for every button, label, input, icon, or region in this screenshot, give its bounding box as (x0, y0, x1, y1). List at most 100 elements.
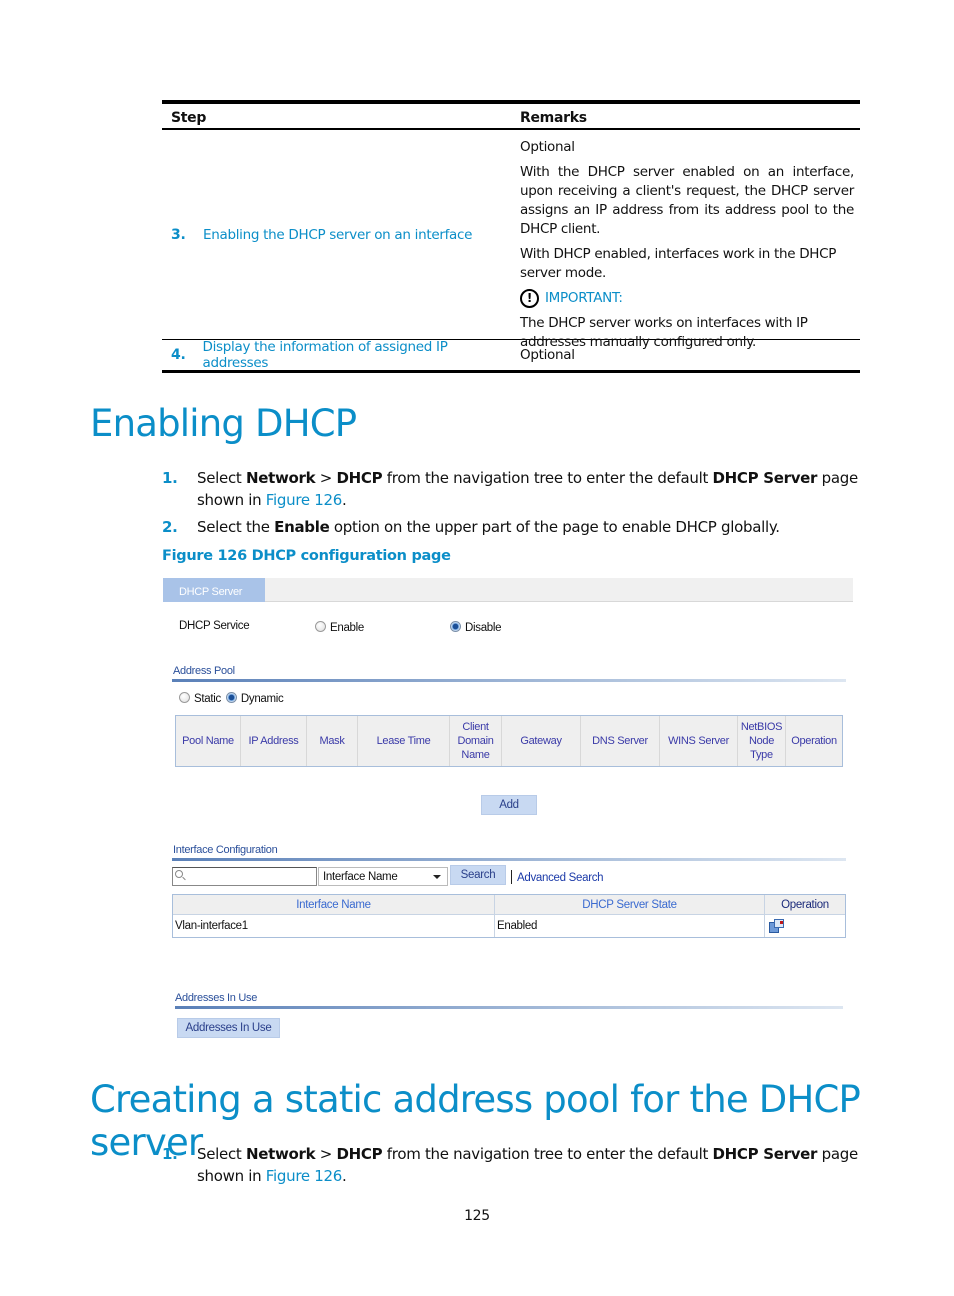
interface-configuration-title: Interface Configuration (173, 844, 278, 856)
column-header: Client Domain Name (450, 716, 502, 766)
tab-dhcp-server[interactable]: DHCP Server (163, 578, 265, 602)
page-number: 125 (464, 1208, 490, 1224)
section-title: Enabling DHCP (90, 402, 357, 445)
column-header: Mask (307, 716, 358, 766)
text: from the navigation tree to enter the de… (382, 469, 713, 487)
radio-label: Disable (465, 622, 502, 634)
important-notice: ! IMPORTANT: (520, 289, 854, 308)
list-number: 2. (162, 518, 178, 536)
step-cell: 3. Enabling the DHCP server on an interf… (162, 130, 512, 339)
addresses-in-use-title: Addresses In Use (175, 992, 258, 1004)
header-step: Step (171, 110, 207, 126)
column-header: NetBIOS Node Type (738, 716, 786, 766)
figure-caption: Figure 126 DHCP configuration page (162, 548, 451, 564)
remark-para: With the DHCP server enabled on an inter… (520, 164, 854, 237)
address-pool-title: Address Pool (173, 665, 235, 677)
addresses-in-use-button[interactable]: Addresses In Use (177, 1018, 280, 1038)
text: Select the (197, 518, 275, 536)
radio-label: Static (194, 693, 221, 705)
column-header: Pool Name (176, 716, 241, 766)
column-header: Operation (781, 898, 829, 911)
list-text: Select Network > DHCP from the navigatio… (197, 467, 862, 511)
table-row: Vlan-interface1 Enabled (173, 915, 845, 937)
radio-static-icon[interactable] (179, 692, 190, 703)
important-label: IMPORTANT: (545, 290, 623, 306)
section-divider (172, 679, 846, 682)
step-link[interactable]: Display the information of assigned IP a… (202, 339, 512, 371)
column-header: WINS Server (660, 716, 738, 766)
radio-static[interactable]: Static (179, 692, 221, 705)
table-header-row: Interface Name DHCP Server State Operati… (173, 895, 845, 915)
list-text: Select the Enable option on the upper pa… (197, 516, 780, 538)
add-button[interactable]: Add (481, 795, 537, 815)
table-row: 4. Display the information of assigned I… (162, 339, 860, 371)
radio-disable[interactable]: Disable (450, 621, 502, 634)
list-text: Select Network > DHCP from the navigatio… (197, 1143, 862, 1187)
column-header: DHCP Server State (495, 895, 765, 914)
column-header: DNS Server (581, 716, 660, 766)
menu-dhcp: DHCP (336, 469, 383, 487)
search-input[interactable] (172, 867, 317, 886)
text: . (342, 491, 347, 509)
list-item: 2. Select the Enable option on the upper… (162, 516, 862, 538)
radio-disable-icon[interactable] (450, 621, 461, 632)
table-header: Step Remarks (162, 104, 860, 130)
text: > (315, 469, 337, 487)
menu-network: Network (245, 1145, 316, 1163)
radio-dynamic[interactable]: Dynamic (225, 692, 284, 705)
list-number: 1. (162, 1145, 178, 1163)
radio-enable[interactable]: Enable (315, 621, 364, 634)
text: Select (197, 1145, 246, 1163)
interface-table: Interface Name DHCP Server State Operati… (172, 894, 846, 938)
menu-network: Network (245, 469, 316, 487)
column-header: Gateway (502, 716, 581, 766)
chevron-down-icon (433, 875, 441, 879)
dhcp-configuration-figure: DHCP Server DHCP Service Enable Disable … (163, 578, 855, 1048)
text: > (315, 1145, 337, 1163)
remark-optional: Optional (520, 139, 575, 155)
text: option on the upper part of the page to … (329, 518, 780, 536)
remarks-cell: Optional (512, 340, 860, 370)
radio-enable-icon[interactable] (315, 621, 326, 632)
steps-table: Step Remarks 3. Enabling the DHCP server… (162, 100, 860, 373)
header-remarks: Remarks (520, 110, 587, 126)
advanced-search-link[interactable]: Advanced Search (517, 872, 604, 884)
interface-name-cell: Vlan-interface1 (173, 915, 495, 937)
operation-cell (765, 915, 845, 937)
column-header: Interface Name (173, 895, 495, 914)
section-divider (172, 858, 846, 861)
step-link[interactable]: Enabling the DHCP server on an interface (203, 227, 472, 243)
radio-label: Dynamic (240, 693, 284, 705)
section-divider (175, 1006, 843, 1009)
page-dhcp-server: DHCP Server (712, 1145, 818, 1163)
important-icon: ! (520, 289, 539, 308)
column-header: Lease Time (358, 716, 450, 766)
tab-bar (163, 578, 853, 602)
page-dhcp-server: DHCP Server (712, 469, 818, 487)
steps-list: 1. Select Network > DHCP from the naviga… (162, 1143, 862, 1192)
list-item: 1. Select Network > DHCP from the naviga… (162, 467, 862, 511)
edit-icon[interactable] (769, 919, 785, 933)
text: . (342, 1167, 347, 1185)
step-number: 4. (171, 347, 186, 363)
search-field-select[interactable]: Interface Name (318, 867, 448, 886)
separator (511, 870, 512, 884)
menu-dhcp: DHCP (336, 1145, 383, 1163)
figure-link[interactable]: Figure 126 (266, 491, 343, 509)
list-item: 1. Select Network > DHCP from the naviga… (162, 1143, 862, 1187)
step-number: 3. (171, 226, 186, 243)
step-cell: 4. Display the information of assigned I… (162, 339, 512, 371)
radio-dynamic-icon[interactable] (225, 692, 237, 703)
remarks-cell: Optional With the DHCP server enabled on… (512, 130, 860, 350)
address-pool-table-header: Pool Name IP Address Mask Lease Time Cli… (175, 715, 843, 767)
column-header: IP Address (241, 716, 307, 766)
steps-list: 1. Select Network > DHCP from the naviga… (162, 467, 862, 543)
text: from the navigation tree to enter the de… (382, 1145, 713, 1163)
select-value: Interface Name (323, 871, 398, 883)
search-button[interactable]: Search (450, 865, 506, 885)
remark-optional: Optional (520, 346, 575, 363)
radio-label: Enable (330, 622, 365, 634)
figure-link[interactable]: Figure 126 (266, 1167, 343, 1185)
pool-type-radios: Static Dynamic (179, 692, 284, 705)
option-enable: Enable (274, 518, 330, 536)
